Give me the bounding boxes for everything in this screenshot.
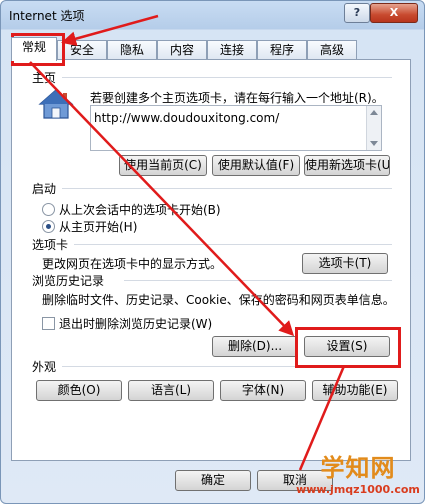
home-instruction: 若要创建多个主页选项卡，请在每行输入一个地址(R)。 xyxy=(90,91,384,105)
general-tab-panel: 主页 若要创建多个主页选项卡，请在每行输入一个地址(R)。 http://www… xyxy=(11,59,411,461)
home-url-textarea[interactable]: http://www.doudouxitong.com/ xyxy=(90,105,382,151)
divider xyxy=(124,280,392,281)
house-icon xyxy=(38,89,74,119)
url-scrollbar[interactable] xyxy=(366,106,381,150)
home-url-text: http://www.doudouxitong.com/ xyxy=(94,111,280,125)
tab-general[interactable]: 常规 xyxy=(11,37,57,61)
watermark: 学知网 www.jmqz1000.com xyxy=(293,448,423,500)
tabs-settings-button[interactable]: 选项卡(T) xyxy=(302,253,388,274)
window-title: Internet 选项 xyxy=(9,9,85,23)
startup-heading: 启动 xyxy=(32,182,57,196)
divider xyxy=(62,188,392,189)
history-description: 删除临时文件、历史记录、Cookie、保存的密码和网页表单信息。 xyxy=(42,293,395,307)
use-default-button[interactable]: 使用默认值(F) xyxy=(212,155,300,176)
tabs-description: 更改网页在选项卡中的显示方式。 xyxy=(42,257,223,271)
watermark-url: www.jmqz1000.com xyxy=(296,483,420,496)
languages-button[interactable]: 语言(L) xyxy=(128,380,214,401)
tab-advanced[interactable]: 高级 xyxy=(307,40,357,59)
annotation-box-settings xyxy=(295,327,401,368)
internet-options-dialog: Internet 选项 ? X 常规 安全 隐私 内容 连接 程序 高级 主页 … xyxy=(0,0,425,504)
divider xyxy=(62,77,392,78)
accessibility-button[interactable]: 辅助功能(E) xyxy=(312,380,398,401)
tabs-heading: 选项卡 xyxy=(32,238,69,252)
help-button[interactable]: ? xyxy=(344,3,370,23)
radio-last-session[interactable] xyxy=(42,203,55,216)
scroll-down-icon[interactable] xyxy=(370,141,378,146)
ok-button[interactable]: 确定 xyxy=(175,470,251,491)
tab-privacy[interactable]: 隐私 xyxy=(107,40,157,59)
history-heading: 浏览历史记录 xyxy=(32,274,105,288)
delete-on-exit-checkbox[interactable] xyxy=(42,317,55,330)
home-page-heading: 主页 xyxy=(32,71,57,85)
appearance-heading: 外观 xyxy=(32,360,57,374)
colors-button[interactable]: 颜色(O) xyxy=(36,380,122,401)
fonts-button[interactable]: 字体(N) xyxy=(220,380,306,401)
use-new-tab-button[interactable]: 使用新选项卡(U) xyxy=(304,155,390,176)
use-current-button[interactable]: 使用当前页(C) xyxy=(119,155,207,176)
radio-last-session-label: 从上次会话中的选项卡开始(B) xyxy=(59,203,221,217)
title-bar: Internet 选项 ? X xyxy=(1,1,424,29)
radio-home-page-label: 从主页开始(H) xyxy=(59,220,138,234)
tab-connections[interactable]: 连接 xyxy=(207,40,257,59)
divider xyxy=(74,244,392,245)
delete-on-exit-label: 退出时删除浏览历史记录(W) xyxy=(59,317,213,331)
radio-home-page[interactable] xyxy=(42,220,55,233)
scroll-up-icon[interactable] xyxy=(370,110,378,115)
delete-history-button[interactable]: 删除(D)... xyxy=(212,336,298,357)
tab-content[interactable]: 内容 xyxy=(157,40,207,59)
watermark-title: 学知网 xyxy=(320,454,396,482)
tab-programs[interactable]: 程序 xyxy=(257,40,307,59)
close-button[interactable]: X xyxy=(370,3,418,23)
